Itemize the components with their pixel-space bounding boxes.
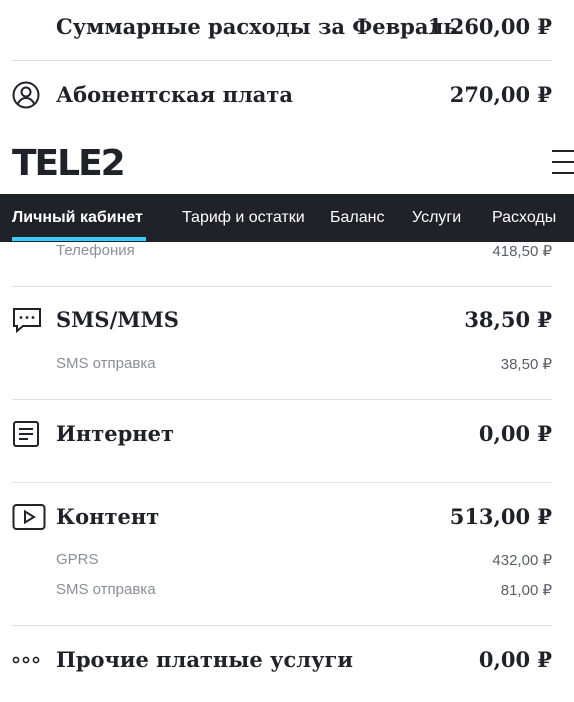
content-item-amount: 432,00 ₽ bbox=[492, 552, 552, 569]
nav-item-account[interactable]: Личный кабинет bbox=[12, 194, 143, 242]
play-icon bbox=[12, 503, 46, 531]
nav-item-tariff[interactable]: Тариф и остатки bbox=[182, 194, 305, 242]
content-item-amount: 81,00 ₽ bbox=[500, 582, 552, 599]
nav-item-expenses[interactable]: Расходы bbox=[492, 194, 556, 242]
other-title[interactable]: Прочие платные услуги bbox=[56, 647, 353, 672]
summary-title: Суммарные расходы за Февраль bbox=[56, 14, 458, 39]
divider bbox=[12, 482, 552, 483]
subscription-title[interactable]: Абонентская плата bbox=[56, 82, 293, 107]
sms-title[interactable]: SMS/MMS bbox=[56, 307, 179, 332]
divider bbox=[12, 286, 552, 287]
content-title[interactable]: Контент bbox=[56, 504, 159, 529]
summary-amount: 1 260,00 ₽ bbox=[427, 14, 552, 39]
more-icon bbox=[12, 646, 40, 674]
main-nav: Личный кабинет Тариф и остатки Баланс Ус… bbox=[0, 194, 574, 242]
telephony-amount: 418,50 ₽ bbox=[492, 243, 552, 260]
divider bbox=[12, 625, 552, 626]
nav-item-services[interactable]: Услуги bbox=[412, 194, 461, 242]
other-amount: 0,00 ₽ bbox=[478, 647, 552, 672]
nav-active-indicator bbox=[12, 237, 146, 241]
user-icon bbox=[12, 81, 40, 109]
nav-item-balance[interactable]: Баланс bbox=[330, 194, 384, 242]
sms-amount: 38,50 ₽ bbox=[464, 307, 552, 332]
menu-icon[interactable] bbox=[552, 148, 574, 176]
internet-amount: 0,00 ₽ bbox=[478, 421, 552, 446]
content-item-label: GPRS bbox=[56, 551, 99, 568]
document-icon bbox=[12, 420, 40, 448]
internet-title[interactable]: Интернет bbox=[56, 421, 174, 446]
divider bbox=[12, 60, 552, 61]
tele2-logo[interactable]: TELE2 bbox=[12, 144, 126, 184]
sms-item-amount: 38,50 ₽ bbox=[500, 356, 552, 373]
divider bbox=[12, 399, 552, 400]
sms-item-label: SMS отправка bbox=[56, 355, 156, 372]
chat-icon bbox=[12, 306, 41, 334]
content-amount: 513,00 ₽ bbox=[449, 504, 552, 529]
telephony-label: Телефония bbox=[56, 242, 135, 259]
subscription-amount: 270,00 ₽ bbox=[449, 82, 552, 107]
content-item-label: SMS отправка bbox=[56, 581, 156, 598]
